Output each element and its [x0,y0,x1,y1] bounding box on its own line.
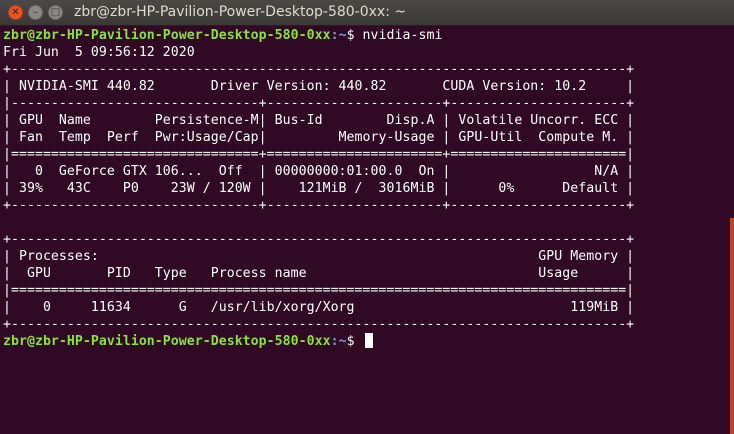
output-line: | GPU PID Type Process name Usage | [3,266,635,281]
prompt-symbol: $ [346,334,363,349]
prompt-path: :~ [330,28,347,43]
output-line: | 39% 43C P0 23W / 120W | 121MiB / 3016M… [3,181,635,196]
window-titlebar[interactable]: ✕ – □ zbr@zbr-HP-Pavilion-Power-Desktop-… [0,0,734,26]
output-line: | GPU Name Persistence-M| Bus-Id Disp.A … [3,113,635,128]
close-icon: ✕ [11,6,20,18]
output-line: |===============================+=======… [3,147,635,162]
minimize-icon: – [33,6,38,18]
window-controls: ✕ – □ [8,5,63,20]
text-cursor [364,333,373,348]
close-button[interactable]: ✕ [8,5,23,20]
terminal-content[interactable]: zbr@zbr-HP-Pavilion-Power-Desktop-580-0x… [3,27,727,434]
output-line: +---------------------------------------… [3,232,635,247]
output-line: |=======================================… [3,283,635,298]
output-line: | 0 11634 G /usr/lib/xorg/Xorg 119MiB | [3,300,635,315]
prompt-user-host: zbr@zbr-HP-Pavilion-Power-Desktop-580-0x… [3,334,331,349]
output-line: |-------------------------------+-------… [3,96,635,111]
output-line: +---------------------------------------… [3,317,635,332]
active-prompt-line[interactable]: zbr@zbr-HP-Pavilion-Power-Desktop-580-0x… [3,333,727,350]
scrollbar[interactable] [730,218,734,434]
maximize-button[interactable]: □ [48,5,63,20]
command-line: zbr@zbr-HP-Pavilion-Power-Desktop-580-0x… [3,27,727,44]
output-line: | NVIDIA-SMI 440.82 Driver Version: 440.… [3,79,635,94]
maximize-icon: □ [50,6,61,18]
output-line: | Processes: GPU Memory | [3,249,635,264]
prompt-path: :~ [330,334,347,349]
output-line: Fri Jun 5 09:56:12 2020 [3,45,195,60]
output-line: +---------------------------------------… [3,62,635,77]
window-title: zbr@zbr-HP-Pavilion-Power-Desktop-580-0x… [74,4,407,20]
minimize-button[interactable]: – [28,5,43,20]
prompt-symbol: $ [346,28,363,43]
prompt-user-host: zbr@zbr-HP-Pavilion-Power-Desktop-580-0x… [3,28,331,43]
output-line: | Fan Temp Perf Pwr:Usage/Cap| Memory-Us… [3,130,635,145]
command-text: nvidia-smi [362,28,443,43]
output-line: +-------------------------------+-------… [3,198,635,213]
output-line: | 0 GeForce GTX 106... Off | 00000000:01… [3,164,635,179]
